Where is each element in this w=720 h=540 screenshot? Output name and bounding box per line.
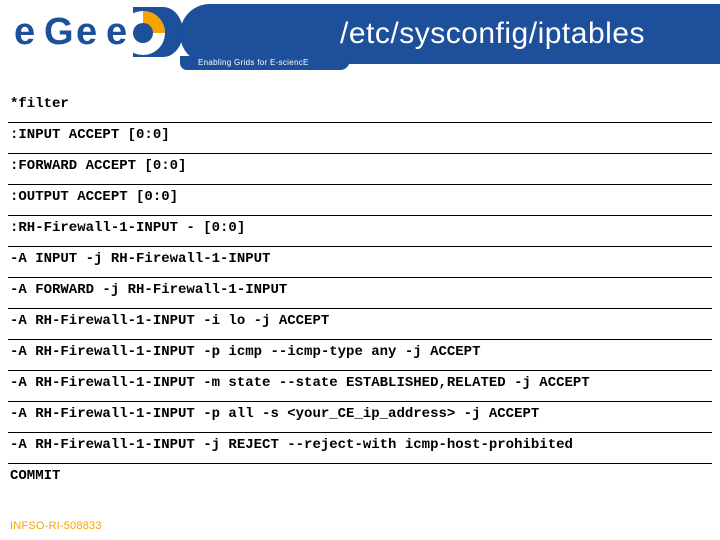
code-line: :RH-Firewall-1-INPUT - [0:0]: [8, 216, 712, 247]
code-line: -A RH-Firewall-1-INPUT -i lo -j ACCEPT: [8, 309, 712, 340]
code-line: -A RH-Firewall-1-INPUT -m state --state …: [8, 371, 712, 402]
slide-title: /etc/sysconfig/iptables: [340, 17, 645, 51]
slide: e G e e /etc/sysconfig/iptables Enabling…: [0, 0, 720, 540]
code-line: :INPUT ACCEPT [0:0]: [8, 123, 712, 154]
svg-text:e: e: [106, 11, 127, 53]
code-line: -A INPUT -j RH-Firewall-1-INPUT: [8, 247, 712, 278]
code-line: COMMIT: [8, 464, 712, 494]
title-bar: /etc/sysconfig/iptables: [180, 4, 720, 64]
svg-text:G: G: [44, 11, 74, 53]
code-line: -A RH-Firewall-1-INPUT -p icmp --icmp-ty…: [8, 340, 712, 371]
code-line: -A RH-Firewall-1-INPUT -j REJECT --rejec…: [8, 433, 712, 464]
subtitle-text: Enabling Grids for E-sciencE: [198, 58, 309, 67]
code-block: *filter :INPUT ACCEPT [0:0] :FORWARD ACC…: [8, 92, 712, 510]
svg-text:e: e: [76, 11, 97, 53]
code-line: -A FORWARD -j RH-Firewall-1-INPUT: [8, 278, 712, 309]
code-line: :FORWARD ACCEPT [0:0]: [8, 154, 712, 185]
code-line: *filter: [8, 92, 712, 123]
code-line: :OUTPUT ACCEPT [0:0]: [8, 185, 712, 216]
subtitle-bar: Enabling Grids for E-sciencE: [180, 56, 350, 70]
footer-ref: INFSO-RI-508833: [10, 520, 102, 532]
svg-text:e: e: [14, 11, 35, 53]
code-line: -A RH-Firewall-1-INPUT -p all -s <your_C…: [8, 402, 712, 433]
egee-logo: e G e e: [8, 4, 188, 62]
